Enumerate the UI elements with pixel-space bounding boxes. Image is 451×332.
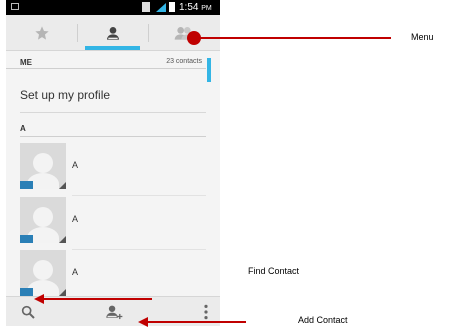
divider: [20, 112, 206, 113]
contact-count: 23 contacts: [166, 58, 202, 65]
find-contact-annotation-line: [42, 298, 152, 300]
tab-groups[interactable]: [148, 15, 219, 50]
avatar: [20, 250, 66, 296]
divider: [20, 136, 206, 137]
status-time: 1:54 PM: [179, 2, 212, 13]
search-icon: [21, 305, 35, 319]
battery-icon: [169, 2, 175, 12]
star-icon: [34, 25, 49, 40]
status-time-value: 1:54: [179, 2, 199, 13]
add-contact-arrowhead: [138, 317, 148, 327]
contact-name: A: [72, 160, 79, 170]
notification-icon: [11, 3, 19, 10]
account-badge-icon: [20, 288, 33, 296]
status-bar: 1:54 PM: [6, 0, 220, 15]
contact-list-item[interactable]: A: [20, 250, 210, 296]
menu-annotation-label: Menu: [411, 32, 434, 42]
add-contact-icon: [106, 305, 123, 320]
tab-contacts[interactable]: [77, 15, 148, 50]
find-contact-annotation-label: Find Contact: [248, 266, 300, 276]
sim-icon: [142, 2, 150, 12]
me-label: ME: [20, 58, 32, 67]
avatar: [20, 197, 66, 243]
contact-list-item[interactable]: A: [20, 197, 210, 250]
phone-screen: 1:54 PM ME 23 contacts Set up my profile…: [6, 0, 220, 326]
person-icon: [106, 26, 119, 40]
status-time-ampm: PM: [201, 5, 212, 12]
scrollbar[interactable]: [207, 58, 211, 82]
add-contact-annotation-label: Add Contact: [298, 315, 348, 325]
signal-icon: [156, 3, 166, 12]
setup-profile-item[interactable]: Set up my profile: [20, 88, 110, 102]
contact-name: A: [72, 214, 79, 224]
find-contact-arrowhead: [34, 294, 44, 304]
alpha-section-header: A: [20, 124, 26, 133]
contact-name: A: [72, 267, 79, 277]
me-section-header: ME 23 contacts: [6, 52, 206, 69]
account-badge-icon: [20, 235, 33, 243]
add-contact-annotation-line: [146, 321, 246, 323]
menu-annotation-line: [196, 37, 391, 39]
contact-list-item[interactable]: A: [20, 143, 210, 196]
overflow-menu-icon: [204, 304, 208, 320]
account-badge-icon: [20, 181, 33, 189]
tab-favorites[interactable]: [6, 15, 77, 50]
add-contact-button[interactable]: [94, 297, 134, 326]
avatar: [20, 143, 66, 189]
